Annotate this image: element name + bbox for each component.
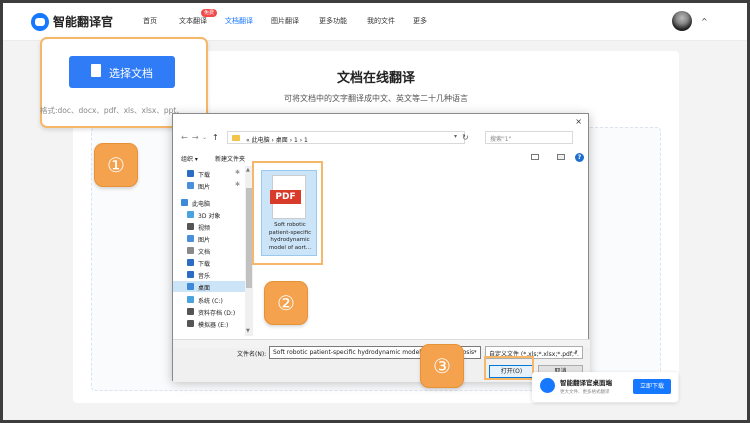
dialog-toolbar: 组织 ▾ 新建文件夹 ? [173,152,590,164]
refresh-icon[interactable]: ↻ [462,133,469,142]
sidebar-item-desktop[interactable]: 桌面 [173,281,245,292]
video-icon [187,223,194,230]
nav-item-text-translate[interactable]: 文本翻译 [179,16,207,26]
file-highlight-box [252,161,323,265]
download-icon [187,259,194,266]
navigation-pane: 下载 ✱ 图片 ✱ 此电脑 3D 对象 视频 图片 文档 下载 音乐 桌面 系统… [173,166,245,336]
file-open-dialog: × ← → ⌄ ↑ « 此电脑 › 桌面 › 1 › 1 ▾ ↻ 搜索"1" 组… [172,113,590,382]
step-badge-2: ② [264,281,308,325]
pictures-icon [187,182,194,189]
sidebar-item-label: 文档 [198,249,211,256]
sidebar-item-videos[interactable]: 视频 [173,221,245,232]
sidebar-item-documents[interactable]: 文档 [173,245,245,256]
page: 智能翻译官 首页 文本翻译 文档翻译 图片翻译 更多功能 我的文件 更多 免费 … [3,3,747,420]
filename-label: 文件名(N): [237,351,267,358]
preview-pane-icon[interactable] [557,154,565,160]
nav-item-image-translate[interactable]: 图片翻译 [271,16,299,26]
pictures-icon [187,235,194,242]
nav-item-home[interactable]: 首页 [143,16,157,26]
app-logo-icon [540,378,555,393]
desktop-app-promo: 智能翻译官桌面端 更大文件、更多格式翻译 立即下载 [532,372,678,402]
address-bar[interactable]: « 此电脑 › 桌面 › 1 › 1 [227,131,465,144]
computer-icon [181,199,188,206]
promo-title: 智能翻译官桌面端 [560,379,612,387]
sidebar-item-label: 3D 对象 [198,213,221,220]
drive-c-icon [187,296,194,303]
forward-arrow-icon[interactable]: → [192,133,199,142]
address-dropdown-icon[interactable]: ▾ [454,133,457,140]
pin-icon: ✱ [235,169,241,176]
sidebar-item-label: 下载 [198,261,211,268]
download-icon [187,170,194,177]
view-options-icon[interactable] [531,154,539,160]
filename-dropdown-icon[interactable]: ▾ [474,349,477,355]
document-icon [91,64,101,77]
top-nav: 智能翻译官 首页 文本翻译 文档翻译 图片翻译 更多功能 我的文件 更多 免费 … [3,3,747,41]
sidebar-item-label: 图片 [198,237,211,244]
sidebar-item-label: 资料存档 (D:) [198,310,236,317]
sidebar-item-label: 桌面 [198,285,211,292]
desktop-icon [187,283,194,290]
step-badge-3: ③ [420,344,464,388]
sidebar-item-label: 此电脑 [192,201,211,208]
nav-item-my-files[interactable]: 我的文件 [367,16,395,26]
filetype-dropdown-icon[interactable]: ▾ [575,349,578,355]
up-arrow-icon[interactable]: ↑ [212,133,219,142]
drive-icon [187,320,194,327]
breadcrumb: « 此电脑 › 桌面 › 1 › 1 [246,137,308,144]
drive-icon [187,308,194,315]
sidebar-item-downloads[interactable]: 下载 ✱ [173,168,245,179]
3d-objects-icon [187,211,194,218]
organize-menu[interactable]: 组织 ▾ [181,154,198,163]
nav-item-more-features[interactable]: 更多功能 [319,16,347,26]
sidebar-item-this-pc[interactable]: 此电脑 [173,197,245,208]
sidebar-item-drive-c[interactable]: 系统 (C:) [173,294,245,305]
sidebar-item-label: 音乐 [198,273,211,280]
folder-icon [232,135,240,141]
nav-item-doc-translate[interactable]: 文档翻译 [225,16,253,26]
nav-item-more[interactable]: 更多 [413,16,427,26]
sidebar-item-pictures[interactable]: 图片 [173,233,245,244]
new-folder-button[interactable]: 新建文件夹 [215,154,245,163]
recent-dropdown-icon[interactable]: ⌄ [202,134,207,141]
scroll-up-icon[interactable]: ▲ [246,167,250,173]
chevron-up-icon[interactable]: ^ [701,17,708,26]
avatar[interactable] [672,11,692,31]
step-badge-1: ① [94,143,138,187]
sidebar-item-3d-objects[interactable]: 3D 对象 [173,209,245,220]
scroll-down-icon[interactable]: ▼ [246,328,250,334]
help-icon[interactable]: ? [575,153,584,162]
back-arrow-icon[interactable]: ← [181,133,188,142]
music-icon [187,271,194,278]
free-badge: 免费 [201,9,218,17]
app-logo-icon[interactable] [31,13,49,31]
sidebar-item-drive-d[interactable]: 资料存档 (D:) [173,306,245,317]
sidebar-item-label: 下载 [198,172,211,179]
sidebar-item-music[interactable]: 音乐 [173,269,245,280]
download-now-button[interactable]: 立即下载 [633,379,671,394]
sidebar-item-label: 系统 (C:) [198,298,223,305]
dialog-search-input[interactable]: 搜索"1" [485,131,573,144]
pin-icon: ✱ [235,181,241,188]
address-row: ← → ⌄ ↑ « 此电脑 › 桌面 › 1 › 1 ▾ ↻ 搜索"1" [173,131,590,145]
select-document-button[interactable]: 选择文档 [69,56,175,88]
sidebar-item-label: 模拟器 (E:) [198,322,229,329]
sidebar-item-pictures[interactable]: 图片 ✱ [173,180,245,191]
select-document-label: 选择文档 [109,67,153,80]
close-icon[interactable]: × [575,117,582,126]
sidebar-item-downloads[interactable]: 下载 [173,257,245,268]
open-button-highlight-box [484,356,534,380]
brand-name[interactable]: 智能翻译官 [53,13,113,30]
sidebar-item-drive-e[interactable]: 模拟器 (E:) [173,318,245,329]
sidebar-item-label: 图片 [198,184,211,191]
documents-icon [187,247,194,254]
sidebar-item-label: 视频 [198,225,211,232]
promo-subtitle: 更大文件、更多格式翻译 [560,390,610,395]
supported-formats: 格式:doc、docx、pdf、xls、xlsx、ppt、 [40,106,184,115]
